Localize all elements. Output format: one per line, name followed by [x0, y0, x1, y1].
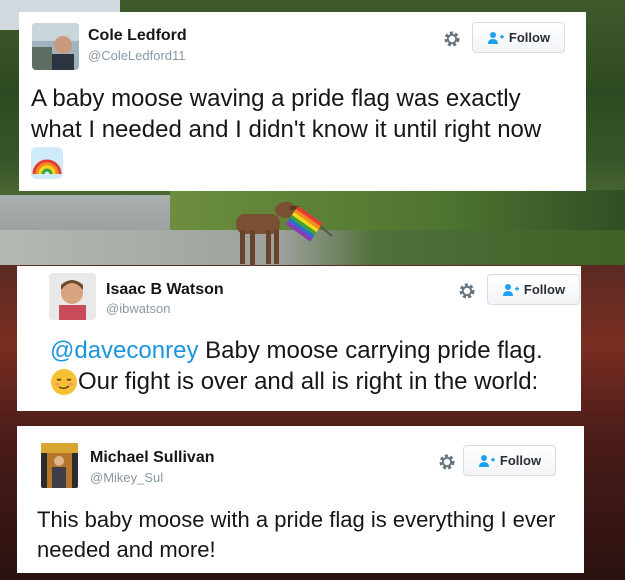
follow-user-icon: [478, 454, 495, 467]
tweet-body: This baby moose with a pride flag is eve…: [37, 507, 556, 562]
follow-label: Follow: [523, 282, 566, 297]
follow-user-icon: [502, 283, 519, 296]
tweet-card-isaac-b-watson: Isaac B Watson @ibwatson Follow @davecon…: [17, 266, 581, 411]
display-name[interactable]: Cole Ledford: [88, 27, 187, 45]
tweet-card-cole-ledford: Cole Ledford @ColeLedford11 Follow A bab…: [19, 12, 586, 191]
follow-label: Follow: [499, 453, 542, 468]
tweet-text: This baby moose with a pride flag is eve…: [37, 505, 567, 565]
user-handle[interactable]: @ColeLedford11: [88, 48, 186, 63]
tweet-body-line-1: Baby moose carrying pride flag.: [198, 337, 543, 364]
tweet-line-1: @daveconrey Baby moose carrying pride fl…: [50, 335, 580, 366]
gear-icon[interactable]: [442, 29, 462, 49]
display-name[interactable]: Michael Sullivan: [90, 449, 214, 467]
rainbow-emoji-icon: [31, 147, 63, 179]
tweet-card-michael-sullivan: Michael Sullivan @Mikey_Sul Follow This …: [17, 426, 584, 573]
user-handle[interactable]: @ibwatson: [106, 301, 171, 316]
follow-button[interactable]: Follow: [487, 274, 580, 305]
gear-icon[interactable]: [457, 281, 477, 301]
avatar[interactable]: [49, 273, 96, 320]
display-name[interactable]: Isaac B Watson: [106, 281, 224, 299]
avatar[interactable]: [41, 443, 78, 488]
follow-button[interactable]: Follow: [463, 445, 556, 476]
tweet-body: A baby moose waving a pride flag was exa…: [31, 85, 542, 143]
relieved-face-emoji-icon: [51, 368, 77, 395]
follow-user-icon: [487, 31, 504, 44]
user-handle[interactable]: @Mikey_Sul: [90, 470, 163, 485]
tweet-text: @daveconrey Baby moose carrying pride fl…: [50, 335, 580, 397]
moose-with-flag-image: [236, 202, 333, 266]
tweet-body-line-2: Our fight is over and all is right in th…: [78, 368, 539, 395]
follow-label: Follow: [508, 30, 551, 45]
follow-button[interactable]: Follow: [472, 22, 565, 53]
mention-link[interactable]: @daveconrey: [50, 337, 198, 364]
tweet-line-2: Our fight is over and all is right in th…: [50, 366, 580, 397]
avatar[interactable]: [32, 23, 79, 70]
gear-icon[interactable]: [437, 452, 457, 472]
tweet-text: A baby moose waving a pride flag was exa…: [31, 83, 561, 179]
